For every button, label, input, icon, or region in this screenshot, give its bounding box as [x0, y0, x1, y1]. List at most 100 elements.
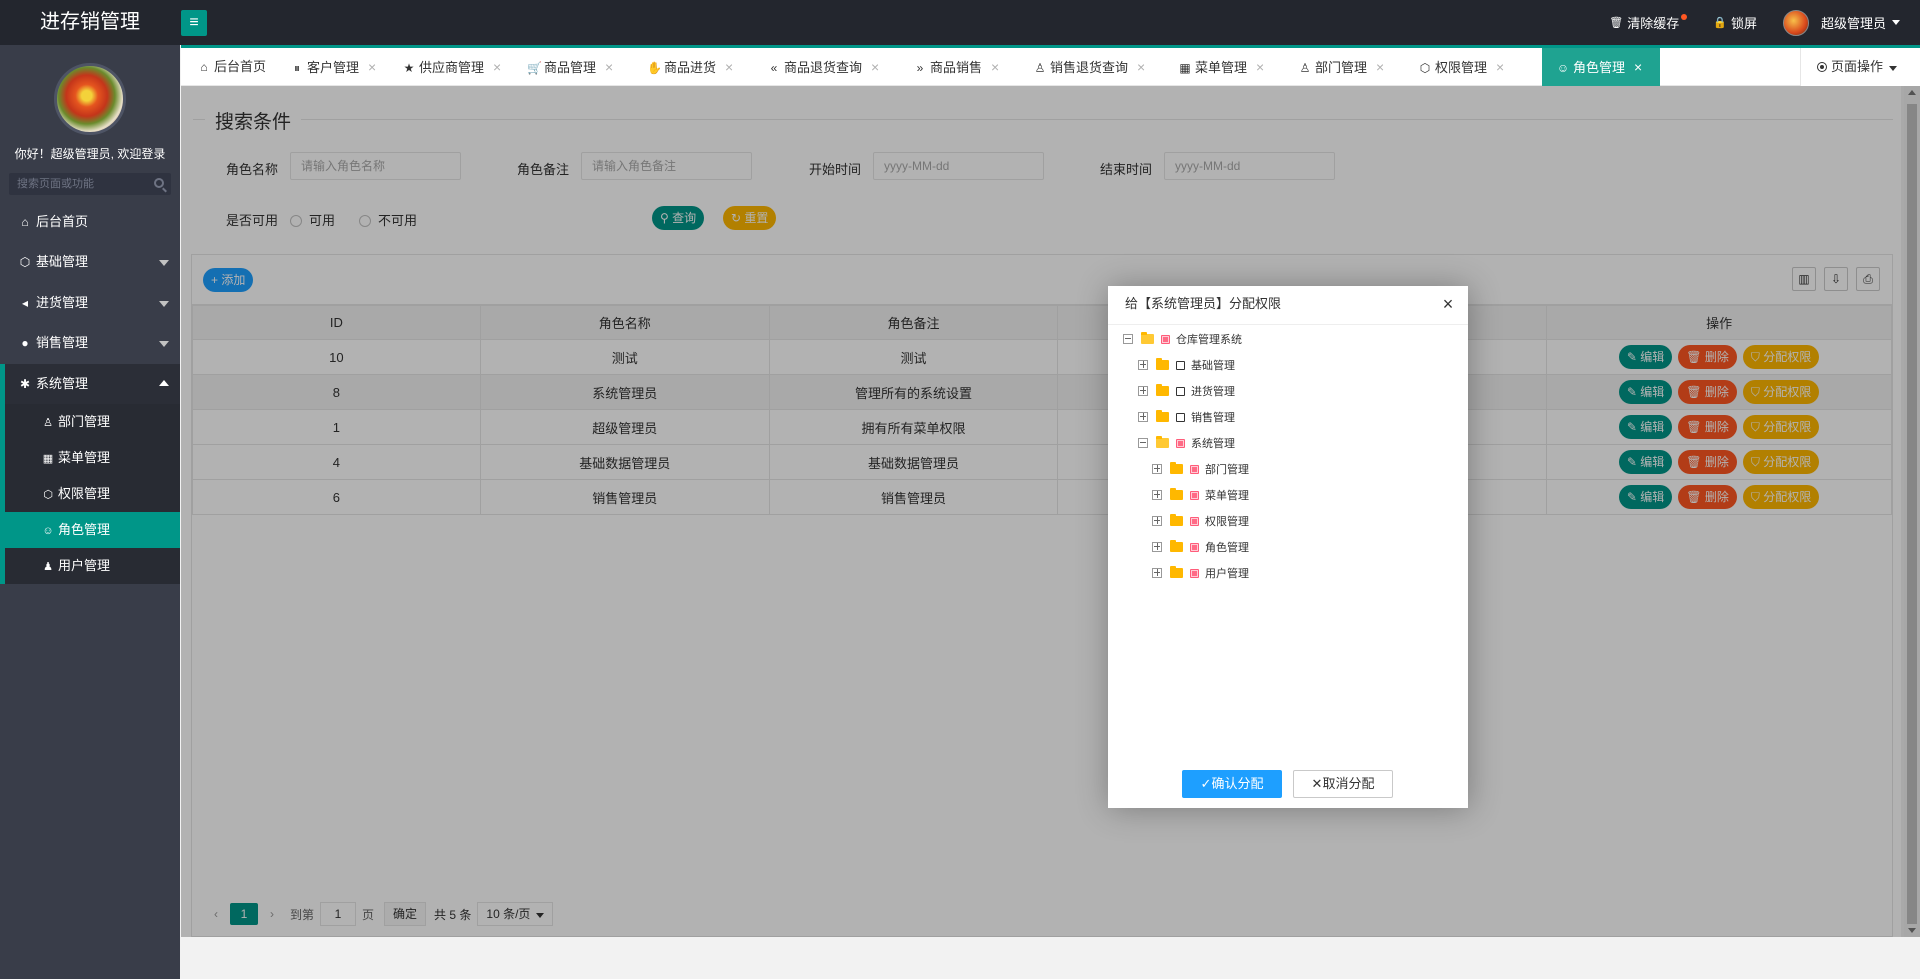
tree-node-label: 进货管理 — [1191, 386, 1235, 398]
checkbox-checked[interactable] — [1176, 439, 1185, 448]
tree-node-permission[interactable]: 权限管理 — [1152, 512, 1249, 532]
cart-icon: 🛒 — [527, 61, 542, 75]
checkbox-checked[interactable] — [1190, 517, 1199, 526]
tree-node-system[interactable]: 系统管理 — [1138, 434, 1235, 454]
tab-goods[interactable]: 🛒 商品管理 × — [513, 48, 633, 86]
collapse-icon[interactable] — [1123, 334, 1133, 344]
tab-dept[interactable]: ♙ 部门管理 × — [1284, 48, 1404, 86]
sidebar-item-permission[interactable]: ⬡ 权限管理 — [0, 476, 180, 512]
expand-icon[interactable] — [1152, 542, 1162, 552]
tab-menu[interactable]: ▦ 菜单管理 × — [1164, 48, 1284, 86]
sidebar-item-role[interactable]: ☺ 角色管理 — [0, 512, 180, 548]
lock-screen-button[interactable]: 🔒 锁屏 — [1713, 13, 1757, 32]
cube-icon: ⬡ — [19, 255, 31, 269]
cancel-assign-button[interactable]: ✕取消分配 — [1293, 770, 1393, 798]
close-icon[interactable]: × — [1137, 59, 1145, 75]
tree-node-user[interactable]: 用户管理 — [1152, 564, 1249, 584]
close-icon[interactable]: × — [1440, 295, 1456, 313]
sidebar-item-system[interactable]: ✱ 系统管理 — [0, 364, 180, 404]
checkbox[interactable] — [1176, 413, 1185, 422]
smile-icon: ☺ — [1556, 61, 1570, 75]
close-icon[interactable]: × — [1376, 59, 1384, 75]
close-icon[interactable]: × — [1496, 59, 1504, 75]
expand-icon[interactable] — [1138, 386, 1148, 396]
tab-permission[interactable]: ⬡ 权限管理 × — [1404, 48, 1524, 86]
menu-toggle-button[interactable]: ≡ — [181, 10, 207, 36]
confirm-assign-button[interactable]: ✓确认分配 — [1182, 770, 1282, 798]
checkbox-checked[interactable] — [1190, 491, 1199, 500]
tab-sales-return[interactable]: ♙ 销售退货查询 × — [1019, 48, 1164, 86]
tree-node-basic[interactable]: 基础管理 — [1138, 356, 1235, 376]
search-icon — [154, 178, 164, 188]
tree-node-label: 菜单管理 — [1205, 490, 1249, 502]
tab-customer[interactable]: ⏸ 客户管理 × — [276, 48, 388, 86]
expand-icon[interactable] — [1152, 464, 1162, 474]
expand-icon[interactable] — [1152, 490, 1162, 500]
sidebar-item-purchase[interactable]: ◂ 进货管理 — [0, 283, 180, 323]
checkbox[interactable] — [1176, 361, 1185, 370]
modal-overlay[interactable] — [181, 86, 1920, 937]
assign-permission-dialog: 给【系统管理员】分配权限 × 仓库管理系统 基础管理 进货管理 销售管理 系统管… — [1108, 286, 1468, 808]
tree-node-label: 部门管理 — [1205, 464, 1249, 476]
close-icon[interactable]: × — [493, 59, 501, 75]
sidebar-item-user[interactable]: ♟ 用户管理 — [0, 548, 180, 584]
cube-icon: ⬡ — [1419, 61, 1431, 75]
gear-icon: ✱ — [19, 377, 31, 391]
close-icon[interactable]: × — [605, 59, 613, 75]
sidebar-item-home[interactable]: ⌂ 后台首页 — [0, 202, 180, 242]
page-operations-dropdown[interactable]: 页面操作 — [1800, 48, 1920, 86]
chevron-down-icon — [1892, 20, 1900, 25]
tree-node-purchase[interactable]: 进货管理 — [1138, 382, 1235, 402]
double-left-icon: « — [770, 61, 778, 75]
user-outline-icon: ♙ — [1299, 61, 1311, 75]
close-icon[interactable]: × — [1634, 59, 1642, 75]
sidebar-item-sales[interactable]: ● 销售管理 — [0, 323, 180, 363]
folder-icon — [1170, 488, 1183, 500]
tab-goods-purchase[interactable]: ✋ 商品进货 × — [633, 48, 753, 86]
tree-node-sales[interactable]: 销售管理 — [1138, 408, 1235, 428]
tab-supplier[interactable]: ★ 供应商管理 × — [388, 48, 513, 86]
close-icon[interactable]: × — [368, 59, 376, 75]
checkbox-checked[interactable] — [1190, 465, 1199, 474]
hand-icon: ✋ — [647, 61, 662, 75]
checkbox[interactable] — [1176, 387, 1185, 396]
checkbox-checked[interactable] — [1161, 335, 1170, 344]
close-icon[interactable]: × — [871, 59, 879, 75]
close-icon[interactable]: × — [1256, 59, 1264, 75]
close-icon[interactable]: × — [991, 59, 999, 75]
home-icon: ⌂ — [200, 60, 208, 74]
sidebar-item-dept[interactable]: ♙ 部门管理 — [0, 404, 180, 440]
expand-icon[interactable] — [1138, 412, 1148, 422]
clear-cache-button[interactable]: 🗑 清除缓存 — [1609, 13, 1688, 32]
expand-icon[interactable] — [1152, 516, 1162, 526]
tab-goods-sales[interactable]: » 商品销售 × — [899, 48, 1019, 86]
tab-home[interactable]: ⌂ 后台首页 — [183, 48, 276, 86]
sidebar-search-input[interactable]: 搜索页面或功能 — [9, 173, 171, 195]
page-operations-label: 页面操作 — [1831, 59, 1884, 74]
tab-label: 销售退货查询 — [1050, 60, 1129, 75]
tab-goods-return[interactable]: « 商品退货查询 × — [753, 48, 899, 86]
sidebar-item-basic[interactable]: ⬡ 基础管理 — [0, 242, 180, 282]
tab-role[interactable]: ☺ 角色管理 × — [1542, 48, 1660, 86]
tree-node-role[interactable]: 角色管理 — [1152, 538, 1249, 558]
tree-node-label: 权限管理 — [1205, 516, 1249, 528]
folder-icon — [1156, 410, 1169, 422]
tree-node-dept[interactable]: 部门管理 — [1152, 460, 1249, 480]
sidebar-item-menu[interactable]: ▦ 菜单管理 — [0, 440, 180, 476]
collapse-icon[interactable] — [1138, 438, 1148, 448]
folder-icon — [1170, 514, 1183, 526]
checkbox-checked[interactable] — [1190, 569, 1199, 578]
expand-icon[interactable] — [1138, 360, 1148, 370]
expand-icon[interactable] — [1152, 568, 1162, 578]
sidebar-subitem-label: 用户管理 — [58, 558, 111, 573]
smile-icon: ☺ — [42, 525, 54, 537]
tree-node-root[interactable]: 仓库管理系统 — [1123, 330, 1242, 350]
cube-icon: ⬡ — [43, 489, 53, 501]
tree-node-label: 销售管理 — [1191, 412, 1235, 424]
sidebar-avatar — [54, 63, 126, 135]
user-menu[interactable]: 超级管理员 — [1782, 9, 1900, 36]
checkbox-checked[interactable] — [1190, 543, 1199, 552]
close-icon: ✕ — [1311, 776, 1323, 791]
close-icon[interactable]: × — [725, 59, 733, 75]
tree-node-menu[interactable]: 菜单管理 — [1152, 486, 1249, 506]
